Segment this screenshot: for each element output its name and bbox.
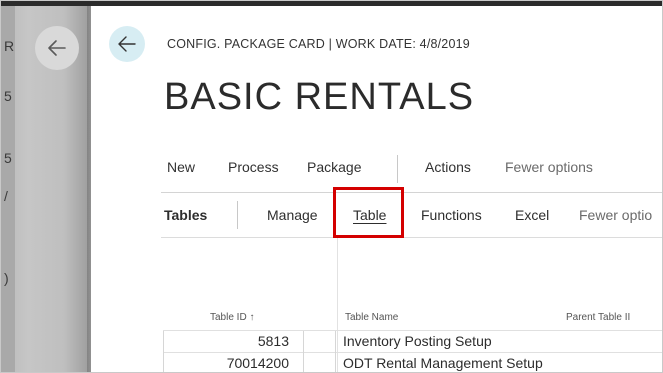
sub-bar-divider xyxy=(237,201,238,229)
sub-action-manage[interactable]: Manage xyxy=(267,207,318,223)
screenshot-frame: R 5 5 / ) CONFIG. PACKAGE CARD | WORK DA… xyxy=(0,0,663,373)
column-header-parent-table-id[interactable]: Parent Table II xyxy=(566,312,630,323)
back-button[interactable] xyxy=(109,26,145,62)
action-bar-divider xyxy=(161,192,662,193)
background-mark: ) xyxy=(4,270,9,286)
action-new[interactable]: New xyxy=(167,159,195,175)
background-mark: 5 xyxy=(4,150,12,166)
action-process[interactable]: Process xyxy=(228,159,279,175)
highlight-box xyxy=(333,187,404,238)
grid-cell-border xyxy=(303,331,304,372)
sub-action-excel[interactable]: Excel xyxy=(515,207,549,223)
cell-table-name: ODT Rental Management Setup xyxy=(343,355,543,371)
grid-cell-border xyxy=(163,331,164,372)
background-page-strip: R 5 5 / ) xyxy=(1,6,15,372)
column-header-label: Table ID ↑ xyxy=(210,312,255,323)
back-arrow-icon xyxy=(48,40,66,56)
column-header-table-name[interactable]: Table Name xyxy=(345,312,398,323)
cell-table-id: 5813 xyxy=(257,333,289,349)
grid-cell-border xyxy=(335,331,336,372)
background-back-button[interactable] xyxy=(35,26,79,70)
page-caption: CONFIG. PACKAGE CARD | WORK DATE: 4/8/20… xyxy=(167,37,470,51)
cell-table-name: Inventory Posting Setup xyxy=(343,333,492,349)
config-package-card: CONFIG. PACKAGE CARD | WORK DATE: 4/8/20… xyxy=(91,6,662,372)
action-package[interactable]: Package xyxy=(307,159,361,175)
cell-table-id: 70014200 xyxy=(226,355,289,371)
action-divider xyxy=(397,155,398,183)
page-title: BASIC RENTALS xyxy=(164,76,475,118)
sub-action-fewer-options[interactable]: Fewer optio xyxy=(579,207,652,223)
background-mark: R xyxy=(4,38,15,54)
back-arrow-icon xyxy=(118,36,136,52)
background-mark: / xyxy=(4,188,8,204)
action-actions[interactable]: Actions xyxy=(425,159,471,175)
table-row[interactable]: 70014200 ODT Rental Management Setup xyxy=(163,353,662,372)
background-mark: 5 xyxy=(4,88,12,104)
tables-label: Tables xyxy=(164,207,208,223)
table-row[interactable]: 5813 Inventory Posting Setup xyxy=(163,331,662,352)
sub-action-functions[interactable]: Functions xyxy=(421,207,482,223)
column-header-table-id[interactable]: Table ID ↑ xyxy=(210,312,254,323)
sub-bar-underline xyxy=(161,237,662,238)
action-fewer-options[interactable]: Fewer options xyxy=(505,159,593,175)
